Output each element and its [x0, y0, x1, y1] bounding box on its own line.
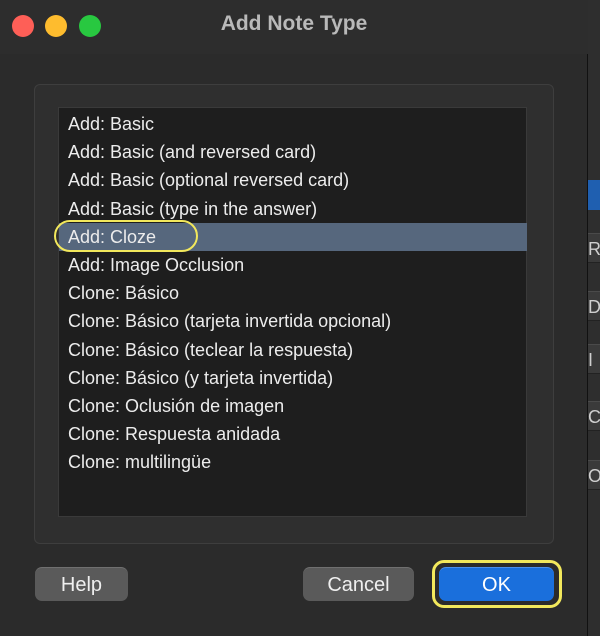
note-type-list-item[interactable]: Clone: Oclusión de imagen	[59, 392, 527, 420]
background-window-field: C	[588, 401, 600, 431]
background-window-field: R	[588, 233, 600, 263]
note-type-list-item[interactable]: Add: Basic	[59, 110, 527, 138]
note-type-list-item[interactable]: Clone: Respuesta anidada	[59, 420, 527, 448]
note-type-list-item[interactable]: Clone: Básico (y tarjeta invertida)	[59, 364, 527, 392]
title-bar: Add Note Type	[0, 0, 588, 54]
note-type-list-item[interactable]: Add: Basic (optional reversed card)	[59, 166, 527, 194]
add-note-type-dialog: Add Note Type Add: Basic Add: Basic (and …	[0, 0, 588, 636]
note-type-list[interactable]: Add: Basic Add: Basic (and reversed card)…	[58, 107, 527, 517]
annotation-highlight-ok	[432, 560, 562, 608]
background-window-field: D	[588, 291, 600, 321]
help-button[interactable]: Help	[35, 567, 128, 601]
note-type-list-item[interactable]: Add: Image Occlusion	[59, 251, 527, 279]
background-window-field: O	[588, 460, 600, 490]
cancel-button[interactable]: Cancel	[303, 567, 414, 601]
note-type-list-item[interactable]: Clone: Básico (teclear la respuesta)	[59, 336, 527, 364]
annotation-highlight-cloze	[54, 220, 198, 252]
note-type-list-item[interactable]: Clone: multilingüe	[59, 448, 527, 476]
note-type-list-item[interactable]: Add: Basic (and reversed card)	[59, 138, 527, 166]
background-window-field: I	[588, 344, 600, 374]
note-type-list-item[interactable]: Clone: Básico (tarjeta invertida opciona…	[59, 307, 527, 335]
window-title: Add Note Type	[220, 12, 368, 35]
background-window-blue-bar	[588, 180, 600, 210]
note-type-list-item[interactable]: Clone: Básico	[59, 279, 527, 307]
note-type-list-item[interactable]: Add: Basic (type in the answer)	[59, 195, 527, 223]
